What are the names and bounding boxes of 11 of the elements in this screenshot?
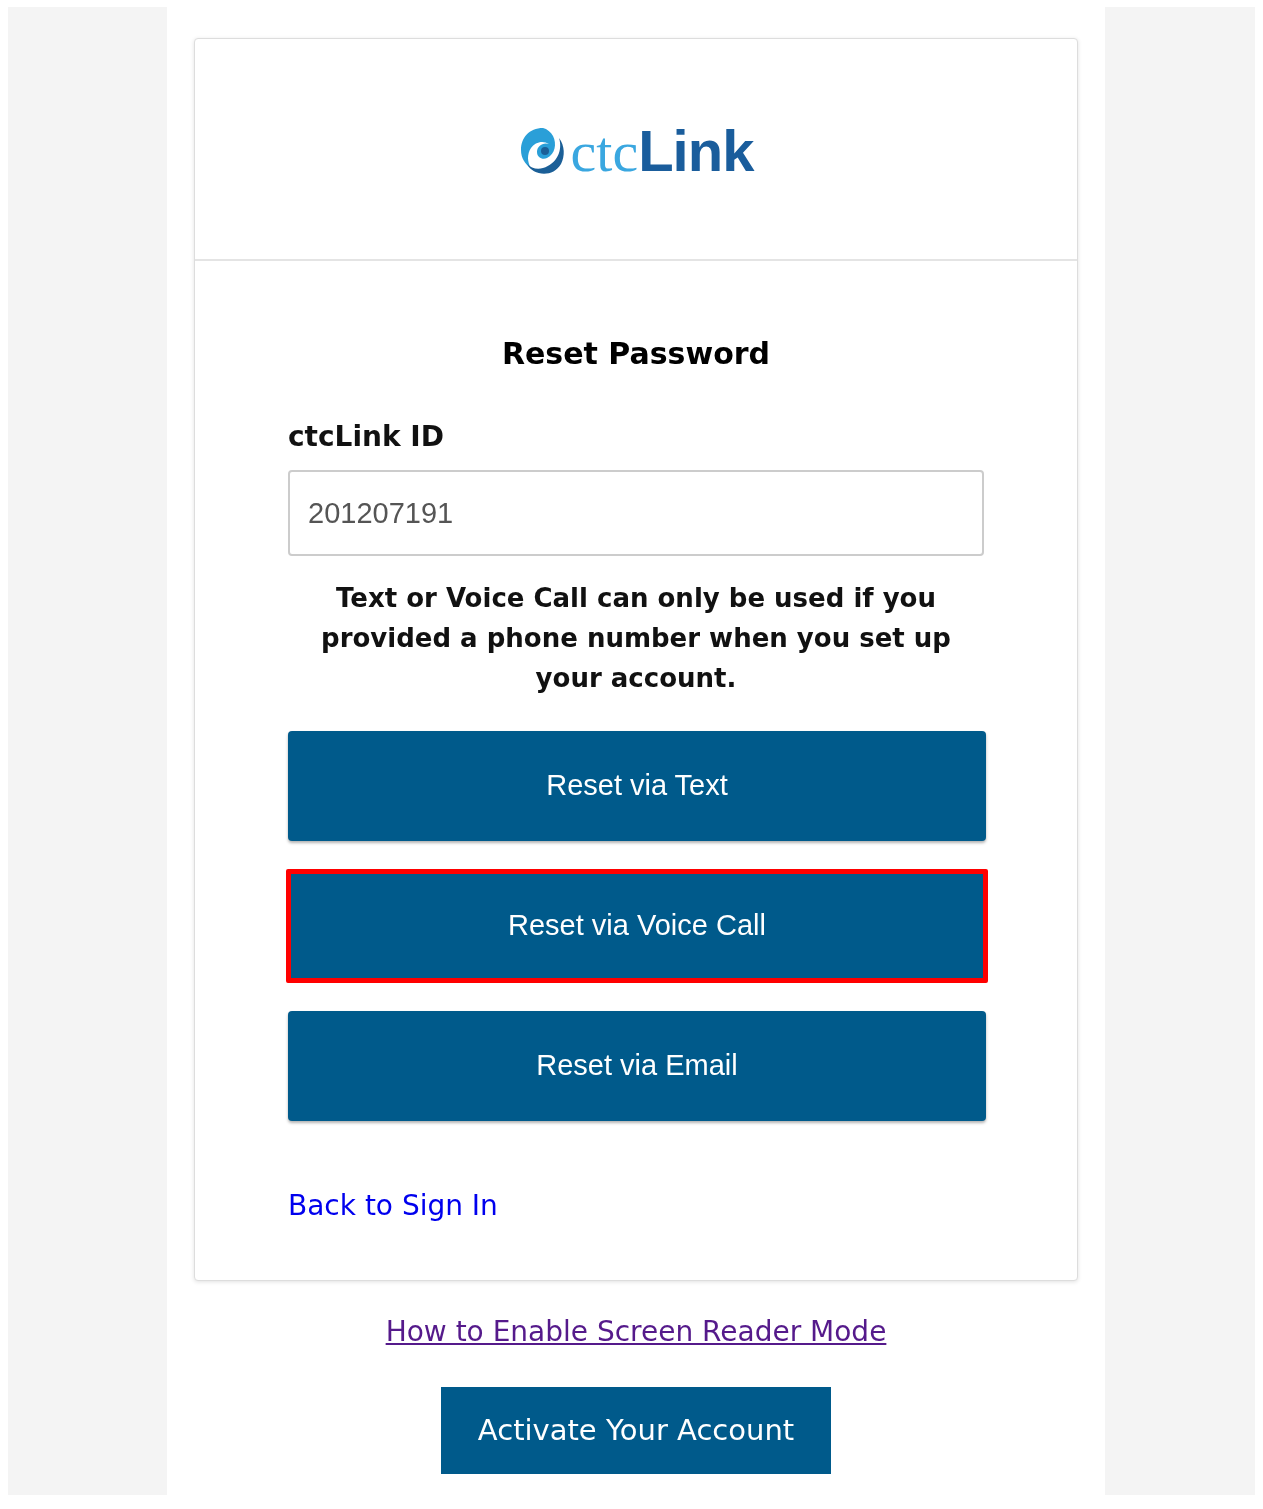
activate-account-button[interactable]: Activate Your Account bbox=[441, 1387, 831, 1474]
reset-button[interactable]: Reset via Voice Call bbox=[286, 869, 988, 983]
notice-text: Text or Voice Call can only be used if you provided a phone number when you set up your account. bbox=[320, 582, 952, 695]
field-label: ctcLink ID bbox=[288, 420, 445, 454]
id-input-field[interactable]: 201207191 bbox=[288, 470, 984, 556]
brand-logo-text: ctcLink bbox=[570, 121, 754, 181]
screen-reader-help-link[interactable]: How to Enable Screen Reader Mode bbox=[385, 1314, 887, 1350]
page-title: Reset Password bbox=[500, 335, 772, 373]
back-to-sign-in-link[interactable]: Back to Sign In bbox=[288, 1185, 498, 1227]
reset-button[interactable]: Reset via Text bbox=[288, 731, 986, 841]
reset-button[interactable]: Reset via Email bbox=[288, 1011, 986, 1121]
